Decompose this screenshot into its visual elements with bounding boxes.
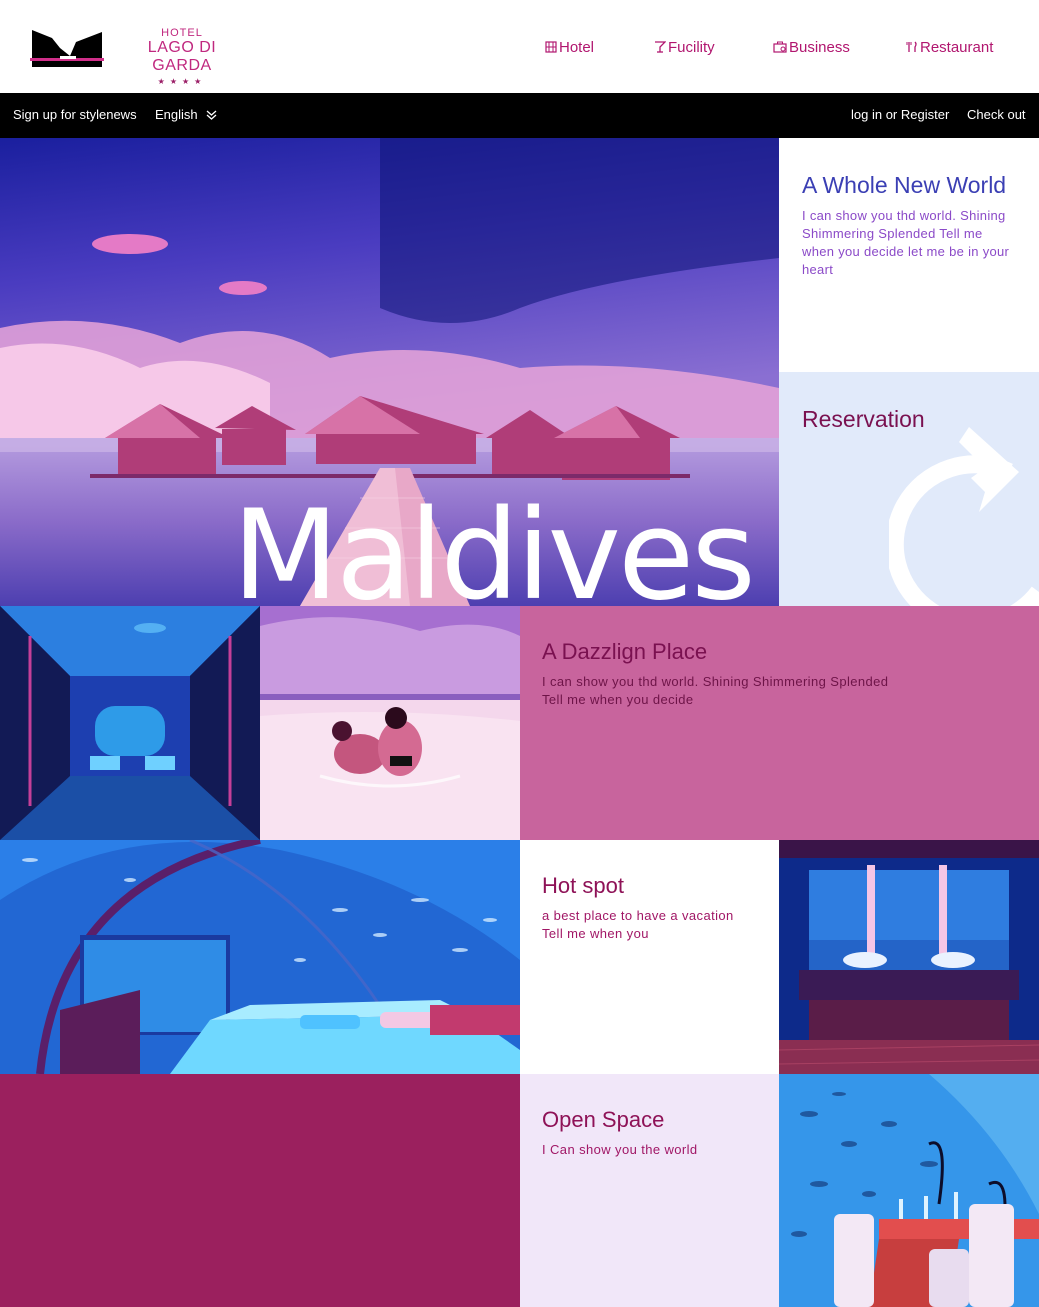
brand-line-1: HOTEL xyxy=(161,27,203,39)
underwater-bedroom-image xyxy=(0,840,520,1074)
hotspot-line-1: a best place to have a vacation xyxy=(542,908,734,923)
intro-text: I can show you thd world. Shining Shimme… xyxy=(802,208,1010,277)
checkout-link[interactable]: Check out xyxy=(967,107,1026,122)
intro-panel: A Whole New World I can show you thd wor… xyxy=(779,138,1039,372)
briefcase-icon xyxy=(773,41,787,53)
fork-knife-icon xyxy=(906,41,917,52)
site-header: HOTEL LAGO DI GARDA ★★★★ Hotel Fucility … xyxy=(0,0,1039,93)
bedroom-photo xyxy=(0,840,520,1074)
cocktail-icon xyxy=(655,41,666,53)
newsletter-signup-link[interactable]: Sign up for stylenews xyxy=(13,107,137,122)
nav-restaurant[interactable]: Restaurant xyxy=(906,36,993,58)
openspace-title: Open Space xyxy=(542,1107,665,1132)
logo-icon[interactable] xyxy=(30,28,104,68)
hotspot-title: Hot spot xyxy=(542,873,624,898)
hotspot-line-2: Tell me when you xyxy=(542,926,649,941)
brand-line-2: LAGO DI GARDA xyxy=(147,39,217,74)
bathroom-photo xyxy=(779,840,1039,1074)
chevron-down-icon[interactable] xyxy=(206,110,217,120)
openspace-text: I Can show you the world xyxy=(542,1142,698,1157)
redo-arrow-icon xyxy=(889,427,1039,606)
nav-facility-label: Fucility xyxy=(668,38,715,56)
hero-image: Maldives xyxy=(0,138,779,606)
hot-spot-panel: Hot spot a best place to have a vacation… xyxy=(520,840,779,1074)
dazzle-title: A Dazzlign Place xyxy=(542,639,708,664)
open-space-panel: Open Space I Can show you the world xyxy=(520,1074,779,1307)
underwater-corridor-image xyxy=(0,606,260,840)
dining-photo xyxy=(779,1074,1039,1307)
reservation-panel[interactable]: Reservation xyxy=(779,372,1039,606)
underwater-dining-image xyxy=(779,1074,1039,1307)
beach-photo xyxy=(260,606,520,840)
top-bar: Sign up for stylenews English log in or … xyxy=(0,93,1039,138)
beach-couple-image xyxy=(260,606,520,840)
intro-title: A Whole New World xyxy=(802,172,1007,198)
brand-name[interactable]: HOTEL LAGO DI GARDA ★★★★ xyxy=(121,27,243,87)
building-icon xyxy=(545,41,557,53)
nav-hotel[interactable]: Hotel xyxy=(545,36,594,58)
underwater-bathroom-image xyxy=(779,840,1039,1074)
hero-title-wrap: Maldives xyxy=(0,138,779,606)
nav-business-label: Business xyxy=(789,38,850,56)
reservation-title: Reservation xyxy=(802,406,925,432)
nav-facility[interactable]: Fucility xyxy=(654,36,715,58)
dazzle-line-2: Tell me when you decide xyxy=(542,692,694,707)
login-register-link[interactable]: log in or Register xyxy=(851,107,949,122)
nav-business[interactable]: Business xyxy=(773,36,850,58)
dazzling-place-panel: A Dazzlign Place I can show you thd worl… xyxy=(520,606,1039,840)
dazzle-line-1: I can show you thd world. Shining Shimme… xyxy=(542,674,889,689)
hero-title: Maldives xyxy=(232,484,756,606)
nav-restaurant-label: Restaurant xyxy=(920,38,994,56)
nav-hotel-label: Hotel xyxy=(559,38,595,56)
corridor-photo xyxy=(0,606,260,840)
brand-stars: ★★★★ xyxy=(157,77,207,86)
language-selector[interactable]: English xyxy=(155,107,198,122)
color-block xyxy=(0,1074,520,1307)
